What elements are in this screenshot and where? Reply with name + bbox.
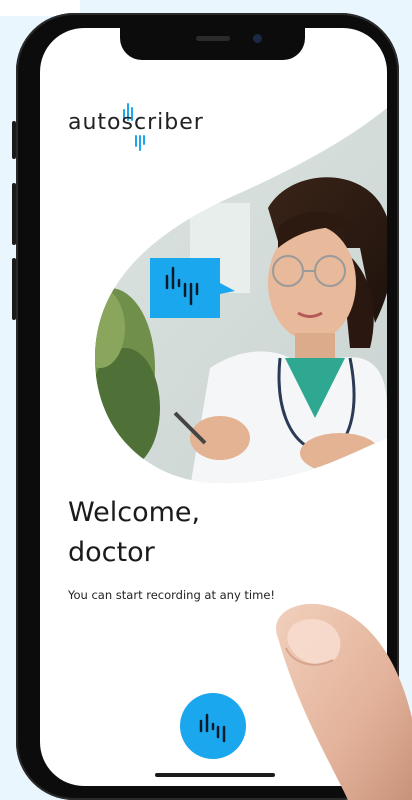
home-indicator[interactable] <box>155 773 275 777</box>
volume-up-button <box>12 183 16 245</box>
volume-down-button <box>12 258 16 320</box>
record-button[interactable] <box>180 693 246 759</box>
front-camera <box>253 34 262 43</box>
waveform-icon <box>199 713 226 743</box>
welcome-heading: Welcome, doctor <box>68 493 200 573</box>
welcome-line-1: Welcome, <box>68 497 201 528</box>
welcome-line-2: doctor <box>68 537 155 568</box>
mute-switch <box>12 121 16 159</box>
notch <box>120 28 305 60</box>
hero-doctor-photo <box>95 108 387 483</box>
welcome-subtitle: You can start recording at any time! <box>68 588 276 602</box>
thumb-image <box>276 603 412 800</box>
speaker-grille <box>196 36 230 41</box>
